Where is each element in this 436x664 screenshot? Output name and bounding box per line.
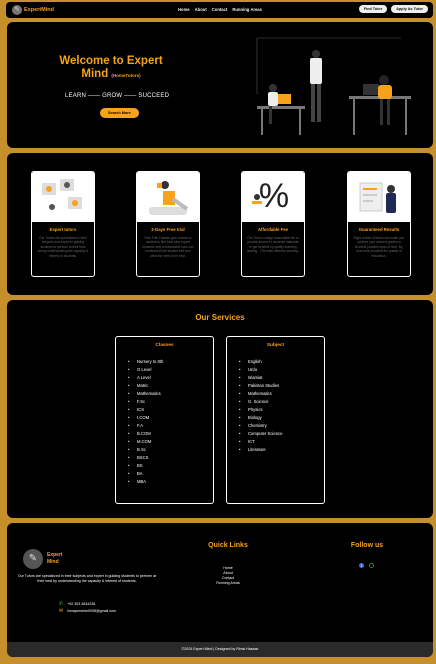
class-item: A Level (128, 374, 213, 382)
subject-item: Biology (239, 414, 324, 422)
class-item: F.Sc (128, 398, 213, 406)
footer-email: ✉ hexapershire0938@gmail.com (59, 608, 116, 614)
expert-tutors-image (32, 172, 94, 222)
phone-icon: ✆ (59, 601, 64, 607)
feature-card-affordable-fee: % Affordable Fee Our Tutors charge reaso… (241, 171, 305, 277)
subject-item: G. Science (239, 398, 324, 406)
nav-link-about[interactable]: About (195, 7, 207, 12)
feature-card-free-trial: 2-Days Free trial Free Trial Classes giv… (136, 171, 200, 277)
feature-description: Free Trial Classes give chance to studen… (142, 236, 194, 258)
subject-item: English (239, 358, 324, 366)
guaranteed-results-image (348, 172, 410, 222)
logo-icon: ✎ (12, 5, 22, 15)
footer-brand-name: Expert Mind (47, 552, 63, 565)
class-item: BA (128, 470, 213, 478)
class-item: F.A (128, 422, 213, 430)
nav-buttons: Find Tutor Apply As Tutor (358, 5, 428, 13)
feature-title: 2-Days Free trial (151, 227, 185, 232)
subjects-box: Subject EnglishUrduIslamiatPakistan Stud… (226, 336, 325, 504)
footer-logo-icon: ✎ (23, 549, 43, 569)
whatsapp-icon[interactable] (369, 563, 374, 568)
footer-phone: ✆ +92 303 3834238 (59, 601, 95, 607)
subject-item: Chemistry (239, 422, 324, 430)
quick-links-title: Quick Links (208, 542, 248, 549)
class-item: Nursery to 8th (128, 358, 213, 366)
phone-number: +92 303 3834238 (67, 602, 96, 606)
feature-description: Our Tutors are specialized in their subj… (37, 236, 89, 258)
email-address[interactable]: hexapershire0938@gmail.com (67, 609, 116, 613)
navbar: ✎ ExpertMind Home About Contact Running … (6, 2, 433, 18)
facebook-icon[interactable]: f (359, 563, 364, 568)
hero-tagline: LEARN —— GROW —— SUCCEED (65, 93, 170, 99)
footer-description: Our Tutors are specialized in their subj… (17, 574, 157, 583)
free-trial-image (137, 172, 199, 222)
services-title: Our Services (195, 313, 245, 322)
class-item: ICS (128, 406, 213, 414)
hero-section: Welcome to Expert Mind (HomeTutors) LEAR… (7, 22, 433, 148)
feature-card-guaranteed-results: Guaranteed Results Right choice of tutor… (347, 171, 411, 277)
hero-title: Welcome to Expert Mind (HomeTutors) (55, 55, 167, 82)
subject-item: Islamiat (239, 374, 324, 382)
find-tutor-button[interactable]: Find Tutor (358, 5, 388, 13)
brand[interactable]: ✎ ExpertMind (12, 5, 54, 15)
class-item: B.COM (128, 430, 213, 438)
footer-link-running-areas[interactable]: Running Areas (197, 581, 259, 586)
social-links: f (359, 563, 374, 568)
brand-name: ExpertMind (24, 7, 54, 13)
subject-item: Literature (239, 446, 324, 454)
class-item: M.COM (128, 438, 213, 446)
feature-description: Our Tutors charge reasonable fee to prov… (247, 236, 299, 254)
svg-text:%: % (259, 177, 289, 215)
feature-title: Expert tutors (49, 227, 77, 232)
nav-link-contact[interactable]: Contact (212, 7, 228, 12)
copyright: ©2024 Expert Mind | Designed by Rimsi Ha… (7, 642, 433, 657)
class-item: Matric (128, 382, 213, 390)
affordable-fee-image: % (242, 172, 304, 222)
classes-list: Nursery to 8thO LevelA LevelMatricMathem… (116, 358, 213, 486)
class-item: O Level (128, 366, 213, 374)
subjects-title: Subject (266, 343, 285, 348)
subject-item: ICT (239, 438, 324, 446)
features-section: Expert tutors Our Tutors are specialized… (7, 153, 433, 295)
subject-item: Physics (239, 406, 324, 414)
subject-item: Pakistan Studies (239, 382, 324, 390)
feature-title: Affordable Fee (257, 227, 289, 232)
apply-tutor-button[interactable]: Apply As Tutor (391, 5, 428, 13)
class-item: Mathematics (128, 390, 213, 398)
follow-us-title: Follow us (350, 542, 384, 549)
subject-item: Mathematics (239, 390, 324, 398)
classes-title: Classes (155, 343, 174, 348)
services-section: Our Services Classes Nursery to 8thO Lev… (7, 300, 433, 518)
class-item: BSCS (128, 454, 213, 462)
subject-item: Computer Science (239, 430, 324, 438)
class-item: MBA (128, 478, 213, 486)
quick-links: Home About Contact Running Areas (197, 566, 259, 586)
class-item: I.COM (128, 414, 213, 422)
subjects-list: EnglishUrduIslamiatPakistan StudiesMathe… (227, 358, 324, 454)
nav-link-running-areas[interactable]: Running Areas (232, 7, 262, 12)
feature-card-expert-tutors: Expert tutors Our Tutors are specialized… (31, 171, 95, 277)
feature-description: Right choice of tutors can make you achi… (353, 236, 405, 258)
email-icon: ✉ (59, 608, 64, 614)
footer: ✎ Expert Mind Our Tutors are specialized… (7, 523, 433, 657)
nav-link-home[interactable]: Home (178, 7, 190, 12)
feature-title: Guaranteed Results (358, 227, 400, 232)
hero-illustration (256, 37, 411, 135)
search-more-button[interactable]: Search More (100, 108, 139, 118)
class-item: B.Sc (128, 446, 213, 454)
footer-brand[interactable]: ✎ Expert Mind (23, 549, 67, 569)
class-item: BS (128, 462, 213, 470)
hero-subtitle: (HomeTutors) (111, 73, 141, 78)
classes-box: Classes Nursery to 8thO LevelA LevelMatr… (115, 336, 214, 504)
subject-item: Urdu (239, 366, 324, 374)
nav-links: Home About Contact Running Areas (178, 7, 262, 12)
